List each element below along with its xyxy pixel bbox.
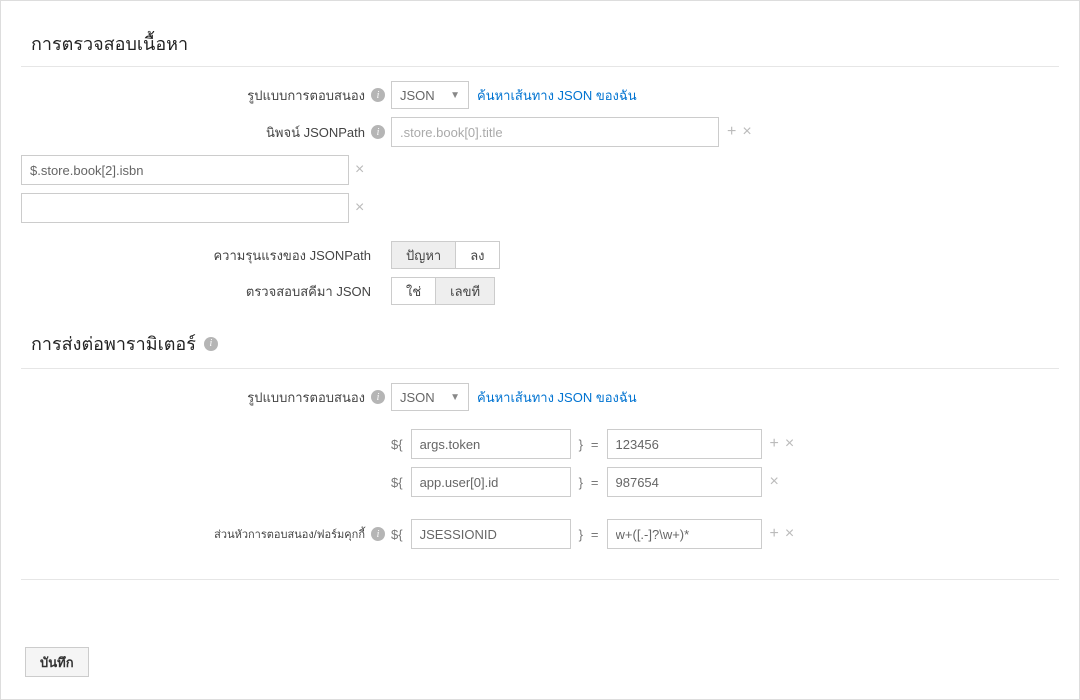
save-button[interactable]: บันทึก xyxy=(25,647,89,677)
cookie-header-label: ส่วนหัวการตอบสนอง/ฟอร์มคุกกี้ i xyxy=(21,525,391,543)
chevron-down-icon: ▼ xyxy=(450,392,460,403)
dollar-brace: ${ xyxy=(391,527,403,542)
cookie-name-input[interactable] xyxy=(411,519,571,549)
cookie-value-input[interactable] xyxy=(607,519,762,549)
close-icon[interactable]: × xyxy=(742,123,751,141)
add-icon[interactable]: + xyxy=(770,435,779,453)
divider xyxy=(21,66,1059,67)
chevron-down-icon: ▼ xyxy=(450,90,460,101)
severity-problem-button[interactable]: ปัญหา xyxy=(392,242,455,268)
schema-label: ตรวจสอบสคีมา JSON xyxy=(21,281,391,302)
find-json-path-link[interactable]: ค้นหาเส้นทาง JSON ของฉัน xyxy=(477,387,637,408)
response-format-select[interactable]: JSON ▼ xyxy=(391,81,469,109)
close-icon[interactable]: × xyxy=(355,199,364,217)
close-icon[interactable]: × xyxy=(785,525,794,543)
response-format-label: รูปแบบการตอบสนอง i xyxy=(21,85,391,106)
info-icon: i xyxy=(371,527,385,541)
severity-down-button[interactable]: ลง xyxy=(455,242,498,268)
jsonpath-label: นิพจน์ JSONPath i xyxy=(21,122,391,143)
find-json-path-link[interactable]: ค้นหาเส้นทาง JSON ของฉัน xyxy=(477,85,637,106)
param-name-input[interactable] xyxy=(411,467,571,497)
add-icon[interactable]: + xyxy=(727,123,736,141)
info-icon: i xyxy=(371,88,385,102)
divider xyxy=(21,579,1059,580)
jsonpath-input[interactable] xyxy=(391,117,719,147)
divider xyxy=(21,368,1059,369)
info-icon: i xyxy=(371,125,385,139)
close-brace: } xyxy=(579,527,583,542)
info-icon: i xyxy=(371,390,385,404)
equals: = xyxy=(591,437,599,452)
response-format-label: รูปแบบการตอบสนอง i xyxy=(21,387,391,408)
schema-yes-button[interactable]: ใช่ xyxy=(392,278,435,304)
param-value-input[interactable] xyxy=(607,429,762,459)
close-brace: } xyxy=(579,437,583,452)
dollar-brace: ${ xyxy=(391,475,403,490)
add-icon[interactable]: + xyxy=(770,525,779,543)
jsonpath-input[interactable] xyxy=(21,193,349,223)
param-name-input[interactable] xyxy=(411,429,571,459)
schema-toggle[interactable]: ใช่ เลขที xyxy=(391,277,495,305)
parameter-forwarding-header: การส่งต่อพารามิเตอร์ i xyxy=(21,313,1059,360)
param-value-input[interactable] xyxy=(607,467,762,497)
equals: = xyxy=(591,475,599,490)
close-icon[interactable]: × xyxy=(785,435,794,453)
equals: = xyxy=(591,527,599,542)
close-icon[interactable]: × xyxy=(770,473,779,491)
jsonpath-severity-label: ความรุนแรงของ JSONPath xyxy=(21,245,391,266)
close-icon[interactable]: × xyxy=(355,161,364,179)
severity-toggle[interactable]: ปัญหา ลง xyxy=(391,241,500,269)
close-brace: } xyxy=(579,475,583,490)
jsonpath-input[interactable] xyxy=(21,155,349,185)
content-validation-title: การตรวจสอบเนื้อหา xyxy=(31,29,1059,58)
info-icon: i xyxy=(204,337,218,351)
response-format-select[interactable]: JSON ▼ xyxy=(391,383,469,411)
schema-no-button[interactable]: เลขที xyxy=(435,278,494,304)
parameter-forwarding-title: การส่งต่อพารามิเตอร์ xyxy=(31,329,196,358)
dollar-brace: ${ xyxy=(391,437,403,452)
